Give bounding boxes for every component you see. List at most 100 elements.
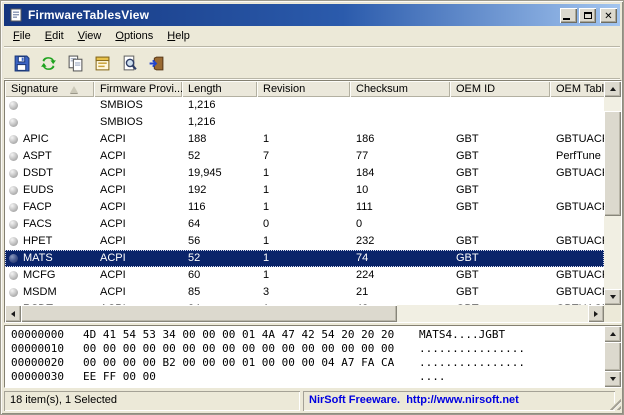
column-header-signature[interactable]: Signature [5, 81, 94, 97]
close-button[interactable] [600, 8, 617, 23]
horizontal-scrollbar[interactable] [5, 305, 604, 322]
table-item-icon [9, 203, 18, 212]
save-button[interactable] [11, 53, 32, 74]
cell-oem-table [550, 216, 604, 233]
table-row-hpet[interactable]: HPETACPI561232GBTGBTUACPI [5, 233, 604, 250]
hex-offset: 00000010 [11, 342, 67, 356]
column-header-checksum[interactable]: Checksum [350, 81, 450, 97]
cell-text: 1 [263, 235, 269, 247]
maximize-button[interactable] [579, 8, 596, 23]
cell-signature [5, 97, 94, 114]
cell-firmware-provi: ACPI [94, 148, 182, 165]
hex-vertical-scrollbar[interactable] [604, 326, 621, 387]
scroll-right-button[interactable] [588, 305, 604, 322]
table-item-icon [9, 254, 18, 263]
table-row-facs[interactable]: FACSACPI6400 [5, 216, 604, 233]
vertical-scroll-thumb[interactable] [604, 111, 621, 216]
app-icon [8, 8, 23, 23]
cell-checksum: 224 [350, 267, 450, 284]
table-row-mats[interactable]: MATSACPI52174GBT [5, 250, 604, 267]
scrollbar-corner [604, 305, 621, 322]
menu-item-view[interactable]: View [71, 27, 109, 45]
table-row-dsdt[interactable]: DSDTACPI19,9451184GBTGBTUACPI [5, 165, 604, 182]
copy-button[interactable] [65, 53, 86, 74]
column-header-firmware-provi[interactable]: Firmware Provi... [94, 81, 182, 97]
cell-oem-id: GBT [450, 267, 550, 284]
menu-item-edit[interactable]: Edit [38, 27, 71, 45]
close-icon [604, 6, 612, 24]
cell-revision: 1 [257, 131, 350, 148]
properties-button[interactable] [92, 53, 113, 74]
horizontal-scroll-thumb[interactable] [21, 305, 397, 322]
minimize-button[interactable] [560, 8, 577, 23]
table-row-smbios-1[interactable]: SMBIOS1,216 [5, 114, 604, 131]
cell-oem-id: GBT [450, 250, 550, 267]
cell-text: 232 [356, 235, 374, 247]
cell-oem-table: GBTUACPI [550, 199, 604, 216]
table-item-icon [9, 152, 18, 161]
table-row-aspt[interactable]: ASPTACPI52777GBTPerfTune [5, 148, 604, 165]
properties-icon [94, 55, 111, 72]
cell-text: GBT [456, 235, 479, 247]
refresh-button[interactable] [38, 53, 59, 74]
cell-length: 52 [182, 148, 257, 165]
hex-viewer[interactable]: 000000004D 41 54 53 34 00 00 00 01 4A 47… [4, 325, 622, 388]
sort-ascending-icon [70, 86, 78, 93]
table-row-apic[interactable]: APICACPI1881186GBTGBTUACPI [5, 131, 604, 148]
table-row-mcfg[interactable]: MCFGACPI601224GBTGBTUACPI [5, 267, 604, 284]
menu-bar: FileEditViewOptionsHelp [4, 26, 620, 47]
column-header-length[interactable]: Length [182, 81, 257, 97]
cell-text: GBT [456, 269, 479, 281]
cell-text: PerfTune [556, 150, 601, 162]
table-row-smbios-0[interactable]: SMBIOS1,216 [5, 97, 604, 114]
scroll-down-button[interactable] [604, 289, 621, 305]
column-label: Signature [11, 83, 58, 95]
cell-text: MCFG [23, 267, 55, 284]
cell-checksum: 74 [350, 250, 450, 267]
column-header-revision[interactable]: Revision [257, 81, 350, 97]
status-nirsoft-link[interactable]: NirSoft Freeware. http://www.nirsoft.net [303, 391, 615, 411]
scroll-left-button[interactable] [5, 305, 21, 322]
column-header-oem-id[interactable]: OEM ID [450, 81, 550, 97]
table-row-facp[interactable]: FACPACPI1161111GBTGBTUACPI [5, 199, 604, 216]
hex-scroll-down-button[interactable] [604, 371, 621, 387]
status-bar: 18 item(s), 1 Selected NirSoft Freeware.… [4, 391, 622, 411]
vertical-scrollbar[interactable] [604, 81, 621, 305]
cell-oem-table: GBTUACPI [550, 131, 604, 148]
cell-text: DSDT [23, 165, 53, 182]
cell-length: 116 [182, 199, 257, 216]
copy-icon [67, 55, 84, 72]
cell-checksum: 186 [350, 131, 450, 148]
find-button[interactable] [119, 53, 140, 74]
menu-item-file[interactable]: File [6, 27, 38, 45]
cell-checksum: 0 [350, 216, 450, 233]
hex-scroll-up-button[interactable] [604, 326, 621, 342]
table-row-msdm[interactable]: MSDMACPI85321GBTGBTUACPI [5, 284, 604, 301]
cell-revision: 1 [257, 233, 350, 250]
cell-text: GBT [456, 133, 479, 145]
cell-oem-table: GBTUACPI [550, 165, 604, 182]
hex-line-00000000: 000000004D 41 54 53 34 00 00 00 01 4A 47… [11, 328, 621, 342]
cell-length: 85 [182, 284, 257, 301]
scroll-up-button[interactable] [604, 81, 621, 97]
exit-button[interactable] [146, 53, 167, 74]
cell-firmware-provi: ACPI [94, 131, 182, 148]
cell-revision [257, 97, 350, 114]
table-item-icon [9, 237, 18, 246]
cell-checksum: 184 [350, 165, 450, 182]
cell-text: 21 [356, 286, 368, 298]
cell-text: ACPI [100, 150, 126, 162]
menu-item-help[interactable]: Help [160, 27, 197, 45]
cell-text: GBTUACPI [556, 269, 604, 281]
cell-revision [257, 114, 350, 131]
cell-text: 3 [263, 286, 269, 298]
cell-text: 192 [188, 184, 206, 196]
table-row-euds[interactable]: EUDSACPI192110GBT [5, 182, 604, 199]
cell-signature: MCFG [5, 267, 94, 284]
menu-item-options[interactable]: Options [108, 27, 160, 45]
cell-oem-id: GBT [450, 199, 550, 216]
hex-offset: 00000030 [11, 370, 67, 384]
arrow-up-icon [610, 84, 616, 91]
cell-revision: 1 [257, 250, 350, 267]
hex-scroll-thumb[interactable] [604, 342, 621, 371]
